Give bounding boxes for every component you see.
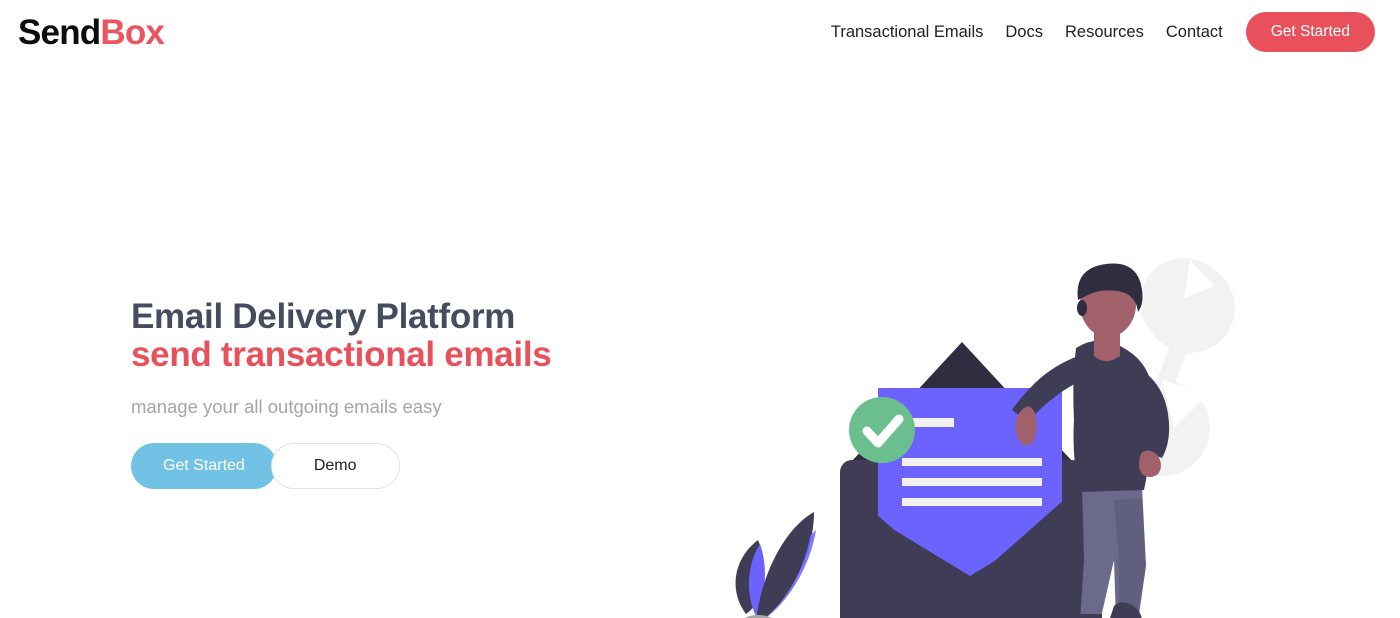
plant-decoration [735,512,816,618]
logo-text-box: Box [100,12,165,52]
hero-title-line-1: Email Delivery Platform [131,297,516,336]
hero-demo-button[interactable]: Demo [270,442,400,489]
nav-link-transactional-emails[interactable]: Transactional Emails [820,15,995,50]
logo-text-send: Send [18,12,101,52]
hero-section: Email Delivery Platform send transaction… [0,64,1400,618]
main-navigation: Transactional Emails Docs Resources Cont… [820,12,1375,52]
email-delivery-illustration-svg [735,258,1235,618]
hero-action-buttons: Get Started Demo [131,442,691,489]
nav-link-resources[interactable]: Resources [1054,15,1155,50]
header-get-started-button[interactable]: Get Started [1245,12,1375,52]
verified-check-badge [849,397,915,463]
hero-copy: Email Delivery Platform send transaction… [131,298,691,489]
brand-logo[interactable]: SendBox [18,12,165,52]
hero-title: Email Delivery Platform send transaction… [131,298,691,374]
nav-link-docs[interactable]: Docs [994,15,1054,50]
hero-get-started-button[interactable]: Get Started [131,442,277,489]
hero-subtitle: manage your all outgoing emails easy [131,395,442,417]
person-shoe-back [1074,614,1102,618]
site-header: SendBox Transactional Emails Docs Resour… [0,0,1400,64]
hero-illustration [690,230,1290,618]
nav-link-contact[interactable]: Contact [1155,15,1234,50]
landing-page: SendBox Transactional Emails Docs Resour… [0,0,1400,618]
hero-title-line-2: send transactional emails [131,334,552,374]
